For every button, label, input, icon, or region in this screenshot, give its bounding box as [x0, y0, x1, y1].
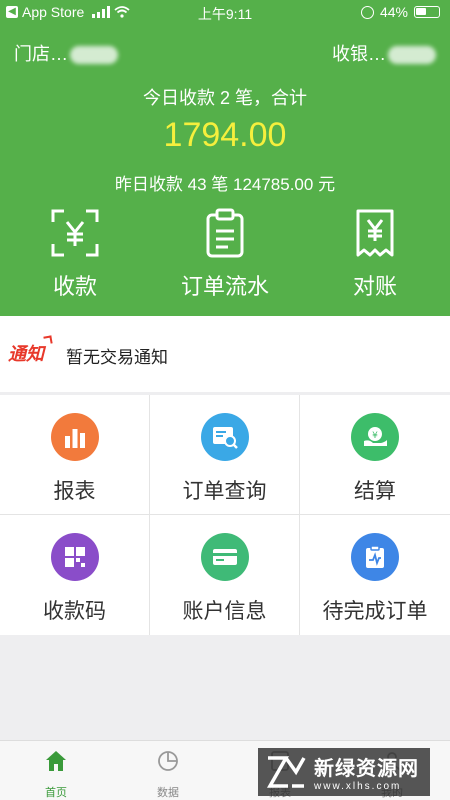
tab-home-label: 首页: [45, 787, 67, 799]
report-tile[interactable]: 报表: [0, 395, 150, 515]
tab-home[interactable]: 首页: [16, 749, 96, 800]
battery-icon: [414, 6, 440, 18]
collect-payment-button[interactable]: 收款: [25, 208, 125, 301]
notice-text: 暂无交易通知: [66, 348, 168, 367]
order-query-tile[interactable]: 订单查询: [150, 395, 300, 515]
account-info-label: 账户信息: [182, 600, 267, 623]
scan-yuan-icon: [51, 209, 99, 257]
watermark-logo-icon: [266, 756, 306, 788]
reconcile-button[interactable]: 对账: [325, 208, 425, 301]
yesterday-summary: 昨日收款 43 笔 124785.00 元: [114, 175, 336, 194]
settlement-icon: ¥: [351, 413, 399, 461]
status-right: 44%: [360, 4, 440, 20]
status-bar: ◀ App Store 上午9:11 44%: [0, 0, 450, 24]
order-flow-label: 订单流水: [180, 274, 269, 299]
cashier-label: 收银…: [332, 44, 386, 64]
rotation-lock-icon: [360, 5, 374, 19]
pie-chart-icon: [158, 751, 178, 771]
settlement-label: 结算: [354, 480, 396, 503]
order-search-icon: [200, 413, 249, 461]
payment-code-tile[interactable]: 收款码: [0, 515, 150, 635]
bar-chart-icon: [50, 413, 99, 461]
header-panel: ◀ App Store 上午9:11 44% 门店… 收银… 今日收款 2 笔，…: [0, 0, 450, 316]
store-selector[interactable]: 门店…: [14, 40, 118, 66]
notice-bar[interactable]: 通知 暂无交易通知: [0, 316, 450, 392]
watermark-title: 新绿资源网: [314, 758, 419, 780]
notice-badge: 通知: [8, 340, 44, 366]
card-icon: [200, 533, 249, 581]
today-summary: 今日收款 2 笔，合计: [142, 88, 307, 108]
receipt-yuan-icon: [356, 209, 394, 257]
watermark: 新绿资源网 www.xlhs.com: [258, 748, 430, 796]
today-amount: 1794.00: [163, 116, 287, 154]
account-info-tile[interactable]: 账户信息: [150, 515, 300, 635]
payment-code-label: 收款码: [43, 600, 106, 623]
battery-percent: 44%: [379, 4, 408, 20]
function-grid: 报表 订单查询 ¥ 结算 收款码 账户信息 待完成订单: [0, 395, 450, 635]
cashier-selector[interactable]: 收银…: [332, 40, 436, 66]
store-label: 门店…: [14, 44, 68, 64]
home-icon: [46, 751, 66, 771]
pending-orders-label: 待完成订单: [322, 600, 428, 623]
svg-text:¥: ¥: [372, 431, 378, 441]
order-flow-button[interactable]: 订单流水: [175, 208, 275, 301]
pending-orders-tile[interactable]: 待完成订单: [300, 515, 450, 635]
redacted-store-name: [70, 46, 118, 65]
collect-payment-label: 收款: [52, 274, 97, 299]
pending-clipboard-icon: [351, 533, 399, 581]
report-label: 报表: [53, 480, 96, 503]
watermark-text: 新绿资源网 www.xlhs.com: [314, 752, 419, 792]
clipboard-icon: [206, 208, 244, 258]
tab-data-label: 数据: [157, 787, 179, 799]
qr-grid-icon: [50, 533, 99, 581]
order-query-label: 订单查询: [182, 480, 267, 503]
settlement-tile[interactable]: ¥ 结算: [300, 395, 450, 515]
watermark-url: www.xlhs.com: [314, 781, 402, 792]
tab-data[interactable]: 数据: [128, 749, 208, 800]
reconcile-label: 对账: [352, 274, 397, 299]
redacted-cashier-name: [388, 46, 436, 65]
